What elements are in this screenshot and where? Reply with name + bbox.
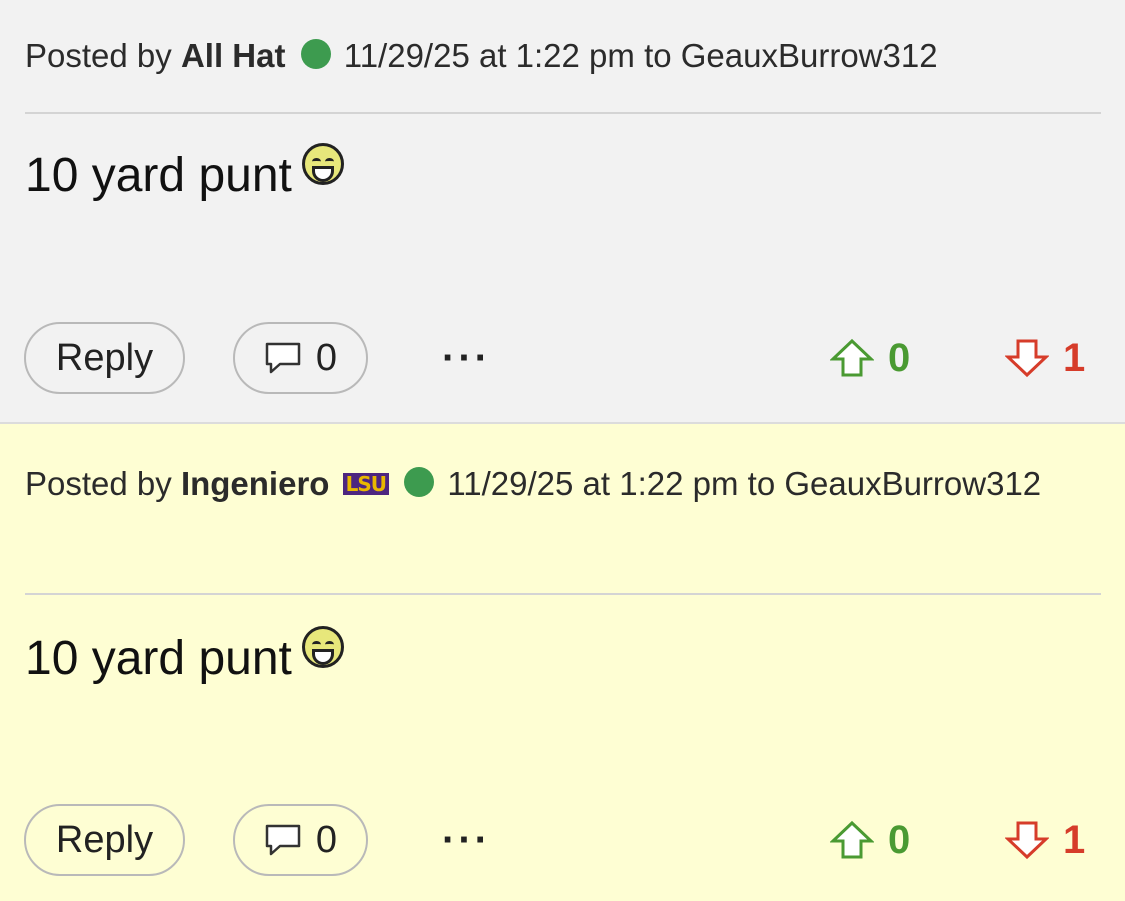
downvote-arrow-icon	[1005, 338, 1063, 378]
post-actions: Reply 0 ··· 0 1	[0, 804, 1125, 876]
comment-bubble-icon	[264, 823, 302, 857]
downvote-count: 1	[1063, 817, 1086, 862]
laughing-emoji-icon	[301, 626, 344, 668]
post-card: Posted by Ingeniero LSU 11/29/25 at 1:22…	[0, 424, 1125, 901]
posted-by-label: Posted by	[25, 465, 172, 502]
online-status-icon	[300, 39, 331, 69]
post-body: 10 yard punt	[25, 626, 344, 686]
post-divider	[25, 593, 1101, 595]
more-options-button[interactable]: ···	[442, 818, 491, 863]
comments-button[interactable]: 0	[233, 804, 368, 876]
post-meta: Posted by Ingeniero LSU 11/29/25 at 1:22…	[25, 454, 1101, 513]
author-link[interactable]: All Hat	[181, 37, 286, 74]
upvote-button[interactable]: 0	[830, 322, 910, 394]
post-body-text: 10 yard punt	[25, 632, 292, 685]
comments-button[interactable]: 0	[233, 322, 368, 394]
author-link[interactable]: Ingeniero	[181, 465, 330, 502]
reply-button[interactable]: Reply	[24, 804, 185, 876]
post-timestamp: 11/29/25 at 1:22 pm to GeauxBurrow312	[447, 465, 1042, 502]
upvote-count: 0	[888, 817, 911, 862]
post-body-text: 10 yard punt	[25, 149, 292, 202]
laughing-emoji-icon	[301, 143, 344, 185]
post-actions: Reply 0 ··· 0 1	[0, 322, 1125, 394]
upvote-button[interactable]: 0	[830, 804, 910, 876]
comment-count: 0	[315, 336, 338, 379]
comment-count: 0	[315, 818, 338, 861]
online-status-icon	[404, 467, 435, 497]
reply-button[interactable]: Reply	[24, 322, 185, 394]
upvote-arrow-icon	[830, 338, 888, 378]
downvote-button[interactable]: 1	[1005, 804, 1085, 876]
team-badge: LSU	[342, 473, 390, 495]
downvote-button[interactable]: 1	[1005, 322, 1085, 394]
downvote-arrow-icon	[1005, 820, 1063, 860]
downvote-count: 1	[1063, 335, 1086, 380]
post-body: 10 yard punt	[25, 143, 344, 203]
comment-bubble-icon	[264, 341, 302, 375]
post-meta: Posted by All Hat 11/29/25 at 1:22 pm to…	[25, 26, 1101, 85]
more-options-button[interactable]: ···	[442, 336, 491, 381]
upvote-count: 0	[888, 335, 911, 380]
post-card: Posted by All Hat 11/29/25 at 1:22 pm to…	[0, 0, 1125, 424]
post-timestamp: 11/29/25 at 1:22 pm to GeauxBurrow312	[343, 37, 938, 74]
posted-by-label: Posted by	[25, 37, 172, 74]
post-divider	[25, 112, 1101, 114]
upvote-arrow-icon	[830, 820, 888, 860]
